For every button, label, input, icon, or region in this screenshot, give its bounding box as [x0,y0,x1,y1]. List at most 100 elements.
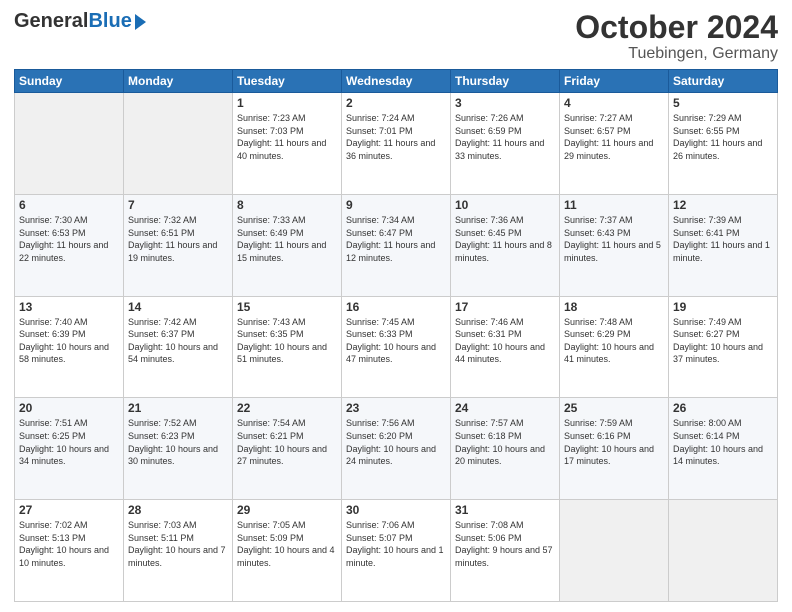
day-number: 28 [128,503,228,517]
day-cell: 16Sunrise: 7:45 AMSunset: 6:33 PMDayligh… [342,296,451,398]
day-info: Sunrise: 7:46 AMSunset: 6:31 PMDaylight:… [455,316,555,366]
day-info: Sunrise: 7:45 AMSunset: 6:33 PMDaylight:… [346,316,446,366]
day-number: 6 [19,198,119,212]
day-cell: 31 Sunrise: 7:08 AMSunset: 5:06 PMDayligh… [451,500,560,602]
week-row-1: 6 Sunrise: 7:30 AMSunset: 6:53 PMDaylight… [15,194,778,296]
day-number: 10 [455,198,555,212]
day-info: Sunrise: 7:37 AMSunset: 6:43 PMDaylight:… [564,214,664,264]
day-cell: 9 Sunrise: 7:34 AMSunset: 6:47 PMDaylight… [342,194,451,296]
day-number: 14 [128,300,228,314]
day-info: Sunrise: 7:33 AMSunset: 6:49 PMDaylight:… [237,214,337,264]
title-block: October 2024 Tuebingen, Germany [575,10,778,63]
day-cell: 27 Sunrise: 7:02 AMSunset: 5:13 PMDayligh… [15,500,124,602]
day-cell: 11 Sunrise: 7:37 AMSunset: 6:43 PMDayligh… [560,194,669,296]
day-cell: 12 Sunrise: 7:39 AMSunset: 6:41 PMDayligh… [669,194,778,296]
day-number: 20 [19,401,119,415]
day-number: 18 [564,300,664,314]
day-cell: 26Sunrise: 8:00 AMSunset: 6:14 PMDayligh… [669,398,778,500]
col-header-wednesday: Wednesday [342,70,451,93]
day-info: Sunrise: 7:51 AMSunset: 6:25 PMDaylight:… [19,417,119,467]
day-cell: 4 Sunrise: 7:27 AMSunset: 6:57 PMDaylight… [560,93,669,195]
day-info: Sunrise: 7:39 AMSunset: 6:41 PMDaylight:… [673,214,773,264]
col-header-tuesday: Tuesday [233,70,342,93]
day-cell [560,500,669,602]
day-cell: 17 Sunrise: 7:46 AMSunset: 6:31 PMDayligh… [451,296,560,398]
day-info: Sunrise: 7:08 AMSunset: 5:06 PMDaylight:… [455,519,555,569]
day-info: Sunrise: 7:40 AMSunset: 6:39 PMDaylight:… [19,316,119,366]
day-info: Sunrise: 7:30 AMSunset: 6:53 PMDaylight:… [19,214,119,264]
day-number: 24 [455,401,555,415]
page-title: October 2024 [575,10,778,45]
week-row-2: 13Sunrise: 7:40 AMSunset: 6:39 PMDayligh… [15,296,778,398]
header-row: SundayMondayTuesdayWednesdayThursdayFrid… [15,70,778,93]
day-number: 5 [673,96,773,110]
day-number: 17 [455,300,555,314]
day-number: 1 [237,96,337,110]
day-cell: 28 Sunrise: 7:03 AMSunset: 5:11 PMDayligh… [124,500,233,602]
day-info: Sunrise: 7:02 AMSunset: 5:13 PMDaylight:… [19,519,119,569]
day-number: 3 [455,96,555,110]
day-info: Sunrise: 7:03 AMSunset: 5:11 PMDaylight:… [128,519,228,569]
day-cell: 30Sunrise: 7:06 AMSunset: 5:07 PMDayligh… [342,500,451,602]
page: GeneralBlue October 2024 Tuebingen, Germ… [0,0,792,612]
day-number: 22 [237,401,337,415]
day-info: Sunrise: 7:05 AMSunset: 5:09 PMDaylight:… [237,519,337,569]
header: GeneralBlue October 2024 Tuebingen, Germ… [14,10,778,63]
day-info: Sunrise: 7:54 AMSunset: 6:21 PMDaylight:… [237,417,337,467]
day-info: Sunrise: 7:49 AMSunset: 6:27 PMDaylight:… [673,316,773,366]
day-info: Sunrise: 7:48 AMSunset: 6:29 PMDaylight:… [564,316,664,366]
day-cell: 23 Sunrise: 7:56 AMSunset: 6:20 PMDayligh… [342,398,451,500]
day-cell: 3 Sunrise: 7:26 AMSunset: 6:59 PMDaylight… [451,93,560,195]
day-info: Sunrise: 7:36 AMSunset: 6:45 PMDaylight:… [455,214,555,264]
page-subtitle: Tuebingen, Germany [575,45,778,63]
day-number: 29 [237,503,337,517]
day-cell: 8 Sunrise: 7:33 AMSunset: 6:49 PMDaylight… [233,194,342,296]
week-row-3: 20 Sunrise: 7:51 AMSunset: 6:25 PMDayligh… [15,398,778,500]
logo: GeneralBlue [14,10,146,33]
day-cell: 19Sunrise: 7:49 AMSunset: 6:27 PMDayligh… [669,296,778,398]
day-number: 15 [237,300,337,314]
day-number: 9 [346,198,446,212]
day-cell: 6 Sunrise: 7:30 AMSunset: 6:53 PMDaylight… [15,194,124,296]
calendar-table: SundayMondayTuesdayWednesdayThursdayFrid… [14,69,778,602]
day-number: 23 [346,401,446,415]
day-number: 30 [346,503,446,517]
day-cell: 5 Sunrise: 7:29 AMSunset: 6:55 PMDaylight… [669,93,778,195]
day-info: Sunrise: 7:43 AMSunset: 6:35 PMDaylight:… [237,316,337,366]
logo-text: GeneralBlue [14,10,146,33]
col-header-thursday: Thursday [451,70,560,93]
day-cell: 29 Sunrise: 7:05 AMSunset: 5:09 PMDayligh… [233,500,342,602]
day-info: Sunrise: 7:56 AMSunset: 6:20 PMDaylight:… [346,417,446,467]
col-header-saturday: Saturday [669,70,778,93]
day-info: Sunrise: 7:27 AMSunset: 6:57 PMDaylight:… [564,112,664,162]
week-row-0: 1Sunrise: 7:23 AMSunset: 7:03 PMDaylight… [15,93,778,195]
day-info: Sunrise: 7:32 AMSunset: 6:51 PMDaylight:… [128,214,228,264]
day-cell [124,93,233,195]
day-cell [669,500,778,602]
day-number: 7 [128,198,228,212]
day-info: Sunrise: 7:29 AMSunset: 6:55 PMDaylight:… [673,112,773,162]
day-info: Sunrise: 7:24 AMSunset: 7:01 PMDaylight:… [346,112,446,162]
day-info: Sunrise: 7:34 AMSunset: 6:47 PMDaylight:… [346,214,446,264]
day-number: 12 [673,198,773,212]
day-number: 31 [455,503,555,517]
day-number: 27 [19,503,119,517]
day-number: 4 [564,96,664,110]
day-cell: 21Sunrise: 7:52 AMSunset: 6:23 PMDayligh… [124,398,233,500]
day-info: Sunrise: 7:26 AMSunset: 6:59 PMDaylight:… [455,112,555,162]
day-cell: 13Sunrise: 7:40 AMSunset: 6:39 PMDayligh… [15,296,124,398]
col-header-sunday: Sunday [15,70,124,93]
day-cell: 24Sunrise: 7:57 AMSunset: 6:18 PMDayligh… [451,398,560,500]
day-number: 25 [564,401,664,415]
day-cell [15,93,124,195]
day-number: 8 [237,198,337,212]
day-cell: 20 Sunrise: 7:51 AMSunset: 6:25 PMDayligh… [15,398,124,500]
day-cell: 15 Sunrise: 7:43 AMSunset: 6:35 PMDayligh… [233,296,342,398]
col-header-friday: Friday [560,70,669,93]
day-info: Sunrise: 7:42 AMSunset: 6:37 PMDaylight:… [128,316,228,366]
week-row-4: 27 Sunrise: 7:02 AMSunset: 5:13 PMDayligh… [15,500,778,602]
day-number: 26 [673,401,773,415]
day-number: 11 [564,198,664,212]
day-cell: 1Sunrise: 7:23 AMSunset: 7:03 PMDaylight… [233,93,342,195]
logo-general: General [14,10,88,33]
